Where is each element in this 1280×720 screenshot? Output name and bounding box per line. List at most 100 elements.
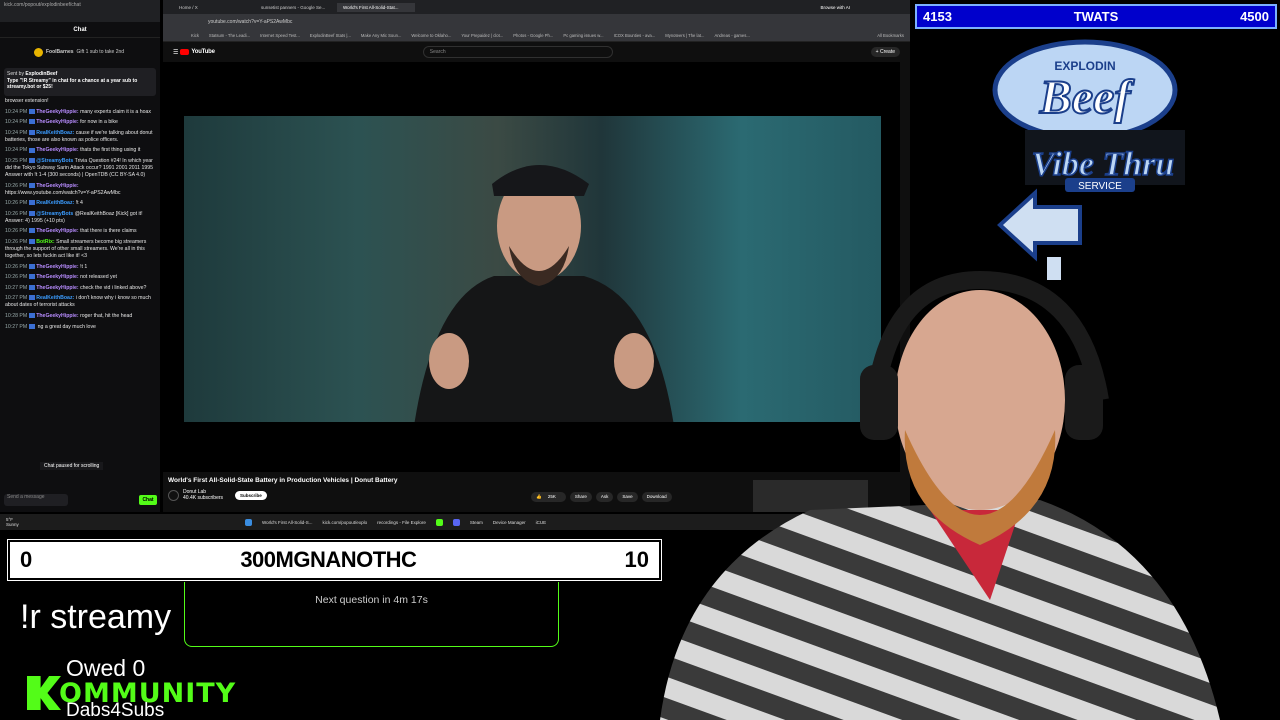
chat-timestamp: 10:26 PM: [5, 200, 28, 207]
bookmark-item[interactable]: Kick: [191, 33, 199, 38]
bookmark-item[interactable]: Welcome to Oklaho...: [411, 33, 451, 38]
start-icon[interactable]: [245, 518, 252, 526]
chat-badge-icon: [29, 119, 36, 125]
chat-badge-icon: [29, 147, 36, 153]
pinned-text: Type "!R Streamy" in chat for a chance a…: [7, 77, 138, 91]
bookmark-item[interactable]: ExplodinBeef Stats |...: [310, 33, 351, 38]
chat-text: check the vid i linked above?: [80, 284, 147, 291]
chat-username[interactable]: @StreamyBots: [36, 211, 73, 217]
weather-desc: Sunny: [6, 522, 19, 527]
chat-username[interactable]: RealKeithBoaz:: [36, 130, 74, 136]
taskbar-item[interactable]: Device Manager: [493, 520, 526, 525]
chat-badge-icon: [29, 129, 36, 135]
score-right: 4500: [1240, 9, 1269, 24]
discord-icon[interactable]: [452, 518, 460, 526]
chat-username[interactable]: RealKeithBoaz:: [36, 200, 74, 206]
chat-username[interactable]: TheGeekyHippie:: [36, 183, 78, 189]
logo-sub-text: Vibe Thru: [1032, 146, 1175, 183]
taskbar-item[interactable]: kick.com/popout/explo: [323, 520, 368, 525]
pinned-by-label: Sent by: [7, 71, 24, 77]
bookmark-item[interactable]: Photos - Google Ph...: [513, 33, 553, 38]
bookmark-item[interactable]: Make Any Mic Soun...: [361, 33, 402, 38]
bookmarks-bar: Kick Statsum - The Leadi... Internet Spe…: [163, 30, 910, 42]
taskbar-item[interactable]: iCUE: [536, 520, 547, 525]
send-chat-button[interactable]: Chat: [139, 495, 157, 505]
chat-username[interactable]: TheGeekyHippie:: [36, 274, 78, 280]
search-input[interactable]: Search: [422, 46, 613, 58]
browse-with-ai-button[interactable]: Browse with AI: [820, 5, 850, 10]
gift-user[interactable]: FoolBarnes: [46, 49, 74, 55]
chat-message: 10:27 PM RealKeithBoaz: i don't know why …: [5, 295, 155, 309]
youtube-logo[interactable]: YouTube: [180, 49, 215, 55]
channel-avatar[interactable]: [168, 489, 179, 501]
all-bookmarks[interactable]: All Bookmarks: [877, 33, 904, 38]
chat-badge-icon: [29, 182, 36, 188]
chat-timestamp: 10:26 PM: [5, 274, 28, 281]
chat-paused-notice[interactable]: Chat paused for scrolling: [40, 462, 104, 470]
chat-input[interactable]: Send a message: [4, 494, 68, 506]
chat-timestamp: 10:25 PM: [5, 157, 28, 164]
subscribe-button[interactable]: Subscribe: [235, 490, 267, 500]
chat-username[interactable]: TheGeekyHippie:: [36, 285, 78, 291]
youtube-header: ☰ YouTube Search + Create: [163, 42, 910, 62]
weather-widget[interactable]: 5°F Sunny: [0, 517, 40, 527]
create-button[interactable]: + Create: [870, 47, 900, 57]
trivia-left-score: 0: [20, 547, 33, 572]
youtube-logo-text: YouTube: [191, 49, 215, 55]
bookmark-item[interactable]: Your Prepaidez | clot...: [461, 33, 503, 38]
share-button[interactable]: Share: [569, 492, 592, 502]
chat-badge-icon: [29, 158, 36, 164]
bookmark-item[interactable]: ICOX Bounties - ava...: [614, 33, 656, 38]
ask-button[interactable]: Ask: [595, 492, 614, 502]
bookmark-item[interactable]: Internet Speed Test...: [260, 33, 300, 38]
like-button[interactable]: 👍 25K: [531, 492, 566, 502]
dabs4subs-text: Dabs4Subs: [66, 700, 165, 720]
chat-badge-icon: [29, 274, 36, 280]
taskbar-item[interactable]: Steam: [470, 520, 483, 525]
taskbar-item[interactable]: World's First All-Solid-S...: [262, 520, 313, 525]
avatar: [34, 47, 43, 57]
kick-chat-panel: kick.com/popout/explodinbeef/chat Chat F…: [0, 0, 160, 512]
address-bar[interactable]: youtube.com/watch?v=Y-aPS2AwMbc: [163, 14, 910, 30]
tab-home[interactable]: Home / X: [173, 3, 251, 12]
video-actions: 👍 25K Share Ask Save Download: [531, 492, 672, 502]
chat-badge-icon: [29, 108, 36, 114]
chat-timestamp: 10:24 PM: [5, 147, 28, 154]
chat-message: 10:26 PM TheGeekyHippie: not released yet: [5, 274, 155, 281]
chat-username[interactable]: TheGeekyHippie:: [36, 109, 78, 115]
bookmark-item[interactable]: Pc gaming issues w...: [563, 33, 603, 38]
chat-username[interactable]: TheGeekyHippie:: [36, 147, 78, 153]
browser-url-bar[interactable]: kick.com/popout/explodinbeef/chat: [0, 0, 160, 22]
chat-username[interactable]: RealKeithBoaz:: [36, 295, 74, 301]
chat-username[interactable]: TheGeekyHippie:: [36, 313, 78, 319]
pinned-by-user[interactable]: ExplodinBeef: [25, 71, 57, 77]
menu-icon[interactable]: ☰: [173, 49, 178, 56]
kick-icon[interactable]: [435, 518, 443, 526]
bookmark-item[interactable]: Mynoteers | The lat...: [665, 33, 704, 38]
chat-username[interactable]: TheGeekyHippie:: [36, 228, 78, 234]
chat-message: 10:26 PM TheGeekyHippie: https://www.yout…: [5, 183, 155, 197]
pinned-message: Sent by ExplodinBeef Type "!R Streamy" i…: [4, 68, 156, 96]
chat-message: 10:26 PM RealKeithBoaz: !t 4: [5, 200, 155, 207]
streamy-command: !r streamy: [20, 598, 172, 636]
save-button[interactable]: Save: [617, 492, 638, 502]
bookmark-item[interactable]: Statsum - The Leadi...: [209, 33, 250, 38]
chat-title: Chat: [0, 22, 160, 38]
taskbar-item[interactable]: recordings - File Explore: [377, 520, 426, 525]
tab-youtube[interactable]: World's First All-Solid-Stat...: [337, 2, 415, 12]
chat-username[interactable]: @StreamyBots: [36, 158, 73, 164]
chat-badge-icon: [29, 323, 36, 329]
chat-message: 10:26 PM TheGeekyHippie: that there is th…: [5, 228, 155, 235]
chat-username[interactable]: TheGeekyHippie:: [36, 119, 78, 125]
chat-username[interactable]: TheGeekyHippie:: [36, 264, 78, 270]
next-question-box: Next question in 4m 17s: [184, 582, 559, 647]
chat-messages[interactable]: browser extension! 10:24 PM TheGeekyHippi…: [0, 98, 160, 478]
chat-timestamp: 10:26 PM: [5, 210, 28, 217]
chat-text: for now in a bike: [80, 119, 118, 126]
tab-search[interactable]: sunsetist panners - Google Se...: [255, 3, 333, 12]
chat-username[interactable]: BotRix:: [36, 239, 54, 245]
chat-timestamp: 10:26 PM: [5, 182, 28, 189]
chat-badge-icon: [29, 210, 36, 216]
bookmark-item[interactable]: Andreas - games...: [714, 33, 749, 38]
logo-main-text: Beef: [1039, 71, 1135, 124]
